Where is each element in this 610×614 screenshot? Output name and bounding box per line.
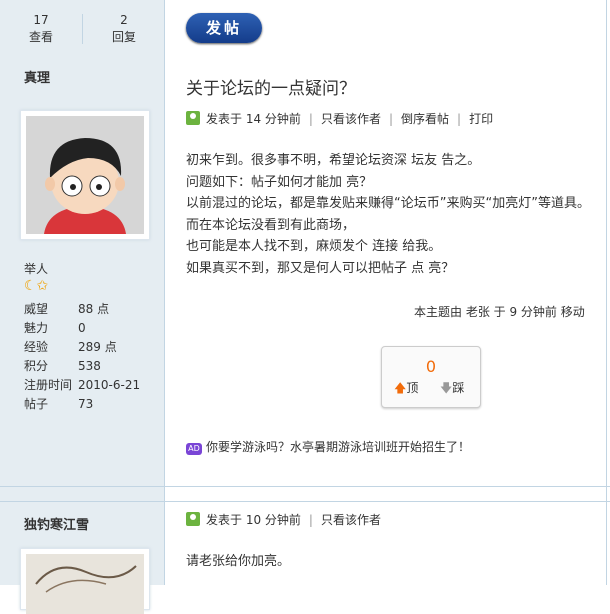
prop-row: 积分 538: [24, 357, 140, 376]
thread-title: 关于论坛的一点疑问？: [186, 79, 356, 99]
downvote-label: 踩: [452, 381, 465, 395]
upvote-button[interactable]: 🡅顶: [394, 379, 418, 400]
post2-avatar[interactable]: [20, 548, 150, 614]
body-line: 如果真买不到，那又是何人可以把帖子 点 亮？: [186, 260, 455, 276]
prop-value: 0: [78, 321, 86, 335]
prop-value: 2010-6-21: [78, 378, 141, 392]
only-author-link[interactable]: 只看该作者: [321, 513, 381, 527]
right-border: [606, 0, 607, 585]
post2-meta: 发表于 10 分钟前 | 只看该作者: [186, 512, 381, 528]
sketch-avatar-icon: [35, 565, 137, 593]
prop-key: 威望: [24, 302, 49, 316]
post1-profile-props: 威望 88 点 魅力 0 经验 289 点 积分 538 注册时间 2010-6-21 帖…: [24, 300, 140, 414]
cartoon-avatar-icon: [26, 116, 144, 234]
prop-key: 魅力: [24, 321, 49, 335]
body-line: 而在本论坛没看到有此商场，: [186, 217, 356, 233]
prop-row: 魅力 0: [24, 319, 140, 338]
post1-avatar[interactable]: [20, 110, 150, 240]
vote-box: 0 🡅顶 🡇踩: [381, 346, 481, 408]
down-arrow-icon: 🡇: [440, 381, 453, 395]
only-author-link[interactable]: 只看该作者: [321, 112, 381, 126]
downvote-button[interactable]: 🡇踩: [440, 379, 464, 400]
replies-stat: 2 回复: [83, 12, 165, 46]
prop-row: 威望 88 点: [24, 300, 140, 319]
replies-label: 回复: [111, 30, 136, 44]
rank-stars-icon: ☾✩: [24, 278, 49, 294]
body-line: 问题如下：帖子如何才能加 亮？: [186, 174, 373, 190]
prop-value: 88 点: [78, 302, 110, 316]
online-status-icon: [186, 111, 200, 125]
moved-note: 本主题由 老张 于 9 分钟前 移动: [414, 305, 585, 319]
prop-row: 经验 289 点: [24, 338, 140, 357]
views-count: 17: [33, 13, 49, 27]
post1-meta: 发表于 14 分钟前 | 只看该作者 | 倒序看帖 | 打印: [186, 111, 493, 127]
reverse-order-link[interactable]: 倒序看帖: [401, 112, 449, 126]
post2-body: 请老张给你加亮。: [186, 554, 291, 569]
body-line: 以前混过的论坛，都是靠发贴来赚得“论坛币”来购买“加亮灯”等道具。: [186, 196, 590, 211]
post1-author-name[interactable]: 真理: [24, 67, 50, 86]
post2-posted-time: 发表于 10 分钟前: [206, 513, 301, 527]
avatar-image: [26, 116, 144, 234]
body-line: 初来乍到。很多事不明，希望论坛资深 坛友 告之。: [186, 153, 481, 168]
prop-value: 289 点: [78, 340, 117, 354]
online-status-icon: [186, 512, 200, 526]
ad-icon: AD: [186, 443, 202, 455]
views-stat: 17 查看: [0, 12, 82, 46]
thread-stats: 17 查看 2 回复: [0, 0, 164, 60]
prop-row: 注册时间 2010-6-21: [24, 376, 140, 395]
post1-posted-time: 发表于 14 分钟前: [206, 112, 301, 126]
body-line: 也可能是本人找不到，麻烦发个 连接 给我。: [186, 239, 442, 254]
ad-link[interactable]: AD 你要学游泳吗？水亭暑期游泳培训班开始招生了！: [186, 438, 470, 455]
prop-key: 积分: [24, 359, 49, 373]
prop-row: 帖子 73: [24, 395, 140, 414]
post1-rank: 举人: [24, 262, 49, 276]
upvote-label: 顶: [406, 381, 419, 395]
post2-author-name[interactable]: 独钓寒江雪: [24, 514, 89, 533]
prop-key: 注册时间: [24, 378, 73, 392]
post1-body: 初来乍到。很多事不明，希望论坛资深 坛友 告之。 问题如下：帖子如何才能加 亮？…: [186, 150, 590, 279]
replies-count: 2: [120, 13, 128, 27]
post-divider: [0, 486, 610, 502]
prop-value: 538: [78, 359, 101, 373]
up-arrow-icon: 🡅: [394, 381, 407, 395]
views-label: 查看: [28, 30, 53, 44]
ad-text: 你要学游泳吗？水亭暑期游泳培训班开始招生了！: [206, 440, 471, 454]
new-post-button[interactable]: 发帖: [186, 13, 262, 43]
vote-count: 0: [425, 357, 437, 376]
print-link[interactable]: 打印: [469, 112, 493, 126]
avatar-image: [26, 554, 144, 614]
prop-key: 帖子: [24, 397, 49, 411]
prop-key: 经验: [24, 340, 49, 354]
prop-value: 73: [78, 397, 94, 411]
